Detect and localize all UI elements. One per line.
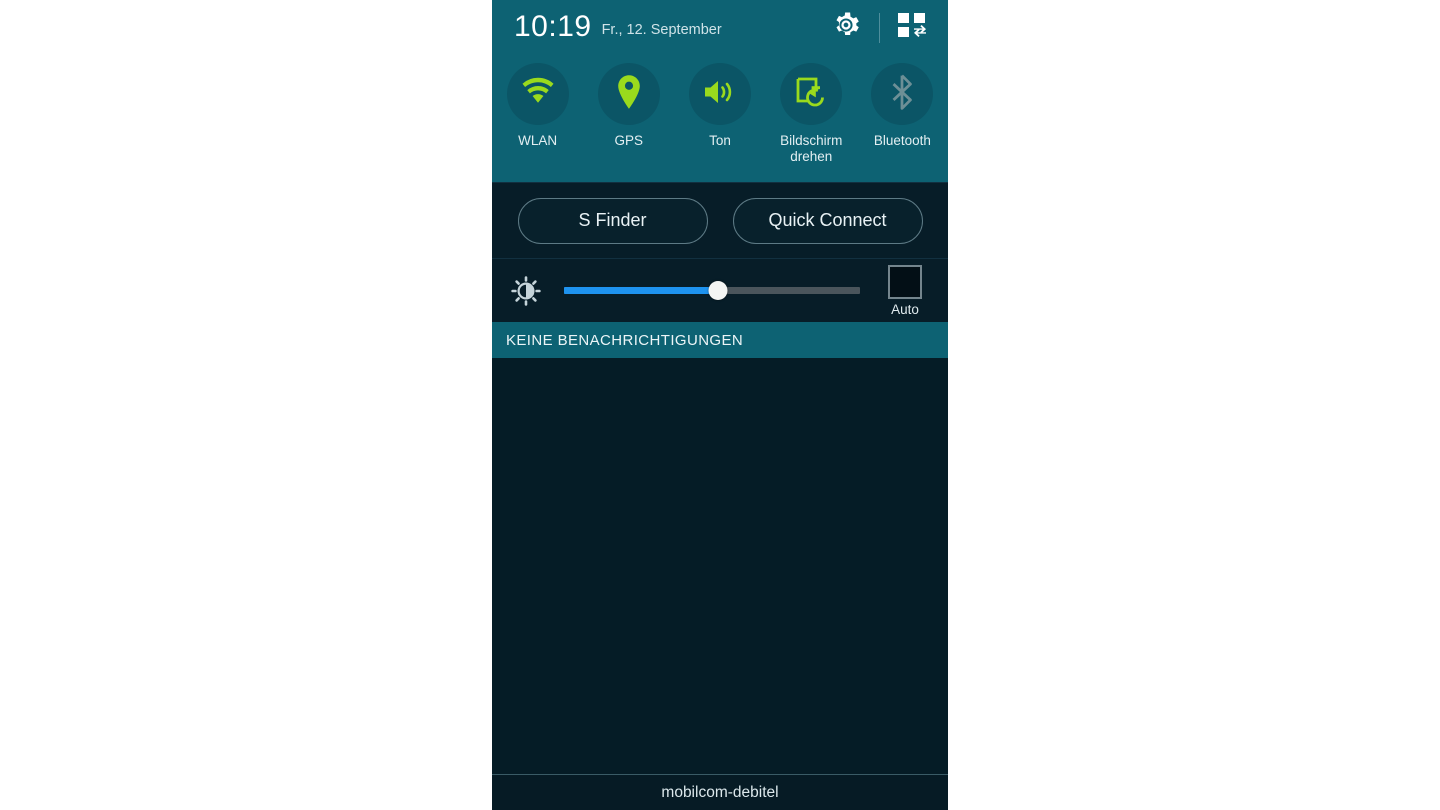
status-bar: 10:19 Fr., 12. September	[492, 0, 948, 55]
toggle-bluetooth-circle	[871, 63, 934, 125]
quick-settings-edit-icon	[897, 12, 927, 43]
notification-panel: 10:19 Fr., 12. September WLAN GPS Ton Bi…	[492, 0, 948, 810]
toggle-gps-circle	[597, 63, 660, 125]
notifications-header: KEINE BENACHRICHTIGUNGEN	[492, 322, 948, 358]
edit-quick-settings-button[interactable]	[890, 6, 934, 50]
brightness-row: Auto	[492, 258, 948, 322]
notifications-list	[492, 358, 948, 774]
date-label: Fr., 12. September	[601, 21, 722, 38]
toggle-screen-rotation-circle	[780, 63, 843, 125]
screen-rotate-icon	[794, 75, 828, 114]
status-bar-actions	[823, 5, 934, 51]
brightness-slider[interactable]	[564, 277, 860, 305]
quick-connect-button[interactable]: Quick Connect	[732, 197, 923, 244]
toggle-bluetooth-label: Bluetooth	[873, 133, 931, 148]
toggle-bluetooth[interactable]: Bluetooth	[857, 63, 948, 149]
toggle-gps[interactable]: GPS	[583, 63, 674, 149]
toggle-gps-label: GPS	[614, 133, 644, 148]
toggle-screen-rotation-label: Bildschirm drehen	[780, 133, 843, 164]
carrier-name: mobilcom-debitel	[661, 783, 779, 801]
toggle-screen-rotation[interactable]: Bildschirm drehen	[766, 63, 857, 165]
notifications-header-label: KEINE BENACHRICHTIGUNGEN	[506, 331, 744, 349]
brightness-icon	[506, 271, 546, 311]
quick-toggles-row: WLAN GPS Ton Bildschirm drehen Bluetooth	[492, 55, 948, 182]
toggle-sound-label: Ton	[709, 133, 731, 148]
brightness-track-fill	[564, 287, 718, 294]
sound-speaker-icon	[702, 76, 738, 113]
settings-button[interactable]	[823, 5, 869, 51]
status-bar-divider	[879, 12, 880, 43]
brightness-thumb[interactable]	[708, 281, 728, 300]
gear-icon	[831, 10, 861, 45]
wifi-icon	[520, 77, 556, 112]
location-pin-icon	[614, 74, 644, 115]
auto-brightness-label: Auto	[891, 301, 919, 317]
carrier-bar: mobilcom-debitel	[492, 774, 948, 810]
auto-brightness-checkbox[interactable]	[888, 264, 922, 299]
toggle-sound-circle	[689, 63, 751, 125]
toggle-wlan-label: WLAN	[518, 133, 558, 148]
toggle-sound[interactable]: Ton	[674, 63, 765, 149]
screen: 10:19 Fr., 12. September WLAN GPS Ton Bi…	[0, 0, 1440, 810]
s-finder-button[interactable]: S Finder	[517, 197, 708, 244]
toggle-wlan[interactable]: WLAN	[492, 63, 583, 149]
auto-brightness-control[interactable]: Auto	[874, 264, 936, 317]
bluetooth-icon	[888, 74, 916, 115]
clock: 10:19	[514, 9, 592, 43]
shortcuts-row: S Finder Quick Connect	[492, 182, 948, 258]
toggle-wlan-circle	[506, 63, 569, 125]
